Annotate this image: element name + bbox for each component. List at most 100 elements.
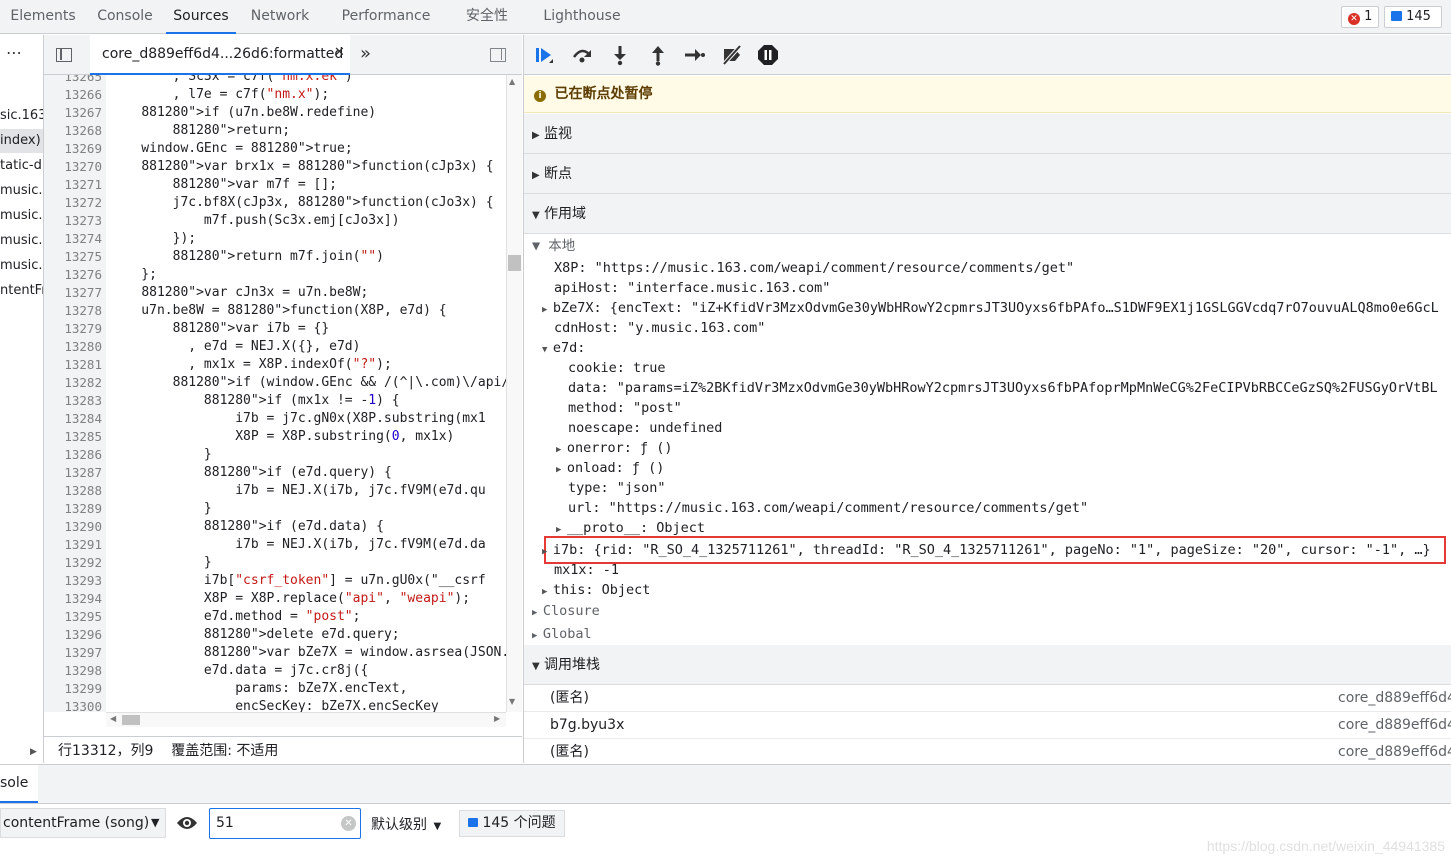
pause-on-exceptions-icon[interactable] [756, 43, 780, 67]
line-number[interactable]: 13271 [44, 176, 102, 194]
frame-location[interactable]: core_d889eff6d4. [1338, 685, 1451, 712]
scope-prop[interactable]: url: "https://music.163.com/weapi/commen… [568, 498, 1088, 518]
code-line[interactable]: window.GEnc = 881280">true; [110, 140, 352, 158]
line-number[interactable]: 13276 [44, 266, 102, 284]
deactivate-breakpoints-icon[interactable] [720, 43, 744, 67]
scope-var-i7b[interactable]: ▶ i7b: {rid: "R_SO_4_1325711261", thread… [542, 540, 1431, 560]
overflow-tabs-button[interactable]: » [360, 43, 371, 64]
tab-security[interactable]: 安全性 [450, 0, 524, 34]
context-selector[interactable]: contentFrame (song) ▼ [0, 808, 166, 838]
resume-icon[interactable] [532, 43, 556, 67]
issues-button[interactable]: 145 个问题 [459, 810, 565, 837]
scope-prop[interactable]: type: "json" [568, 478, 666, 498]
line-number[interactable]: 13279 [44, 320, 102, 338]
code-line[interactable]: X8P = X8P.replace("api", "weapi"); [110, 590, 470, 608]
scope-prop-onerror[interactable]: ▶ onerror: ƒ () [556, 438, 673, 458]
close-icon[interactable]: ✕ [334, 45, 345, 60]
code-line[interactable]: 881280">if (e7d.data) { [110, 518, 384, 536]
code-line[interactable]: u7n.be8W = 881280">function(X8P, e7d) { [110, 302, 446, 320]
scope-prop[interactable]: noescape: undefined [568, 418, 722, 438]
tab-console[interactable]: Console [86, 0, 164, 34]
step-out-icon[interactable] [646, 43, 670, 67]
line-number[interactable]: 13293 [44, 572, 102, 590]
code-line[interactable]: e7d.method = "post"; [110, 608, 361, 626]
line-number[interactable]: 13278 [44, 302, 102, 320]
line-number[interactable]: 13292 [44, 554, 102, 572]
line-number[interactable]: 13273 [44, 212, 102, 230]
scope-global[interactable]: ▶ Global [532, 624, 592, 646]
frame-location[interactable]: core_d889eff6d4. [1338, 712, 1451, 739]
line-number[interactable]: 13299 [44, 680, 102, 698]
navigator-item[interactable]: music.1 [0, 204, 43, 228]
scope-prop[interactable]: method: "post" [568, 398, 682, 418]
code-line[interactable]: X8P = X8P.substring(0, mx1x) [110, 428, 454, 446]
code-line[interactable]: encSecKey: bZe7X.encSecKey [110, 698, 439, 712]
line-number[interactable]: 13268 [44, 122, 102, 140]
callstack-frame[interactable]: b7g.byu3x core_d889eff6d4. [524, 712, 1451, 739]
line-number[interactable]: 13283 [44, 392, 102, 410]
tab-lighthouse[interactable]: Lighthouse [528, 0, 636, 34]
scope-var[interactable]: cdnHost: "y.music.163.com" [554, 318, 765, 338]
section-breakpoints[interactable]: ▶ 断点 [524, 154, 1451, 194]
scope-prop[interactable]: data: "params=iZ%2BKfidVr3MzxOdvmGe30yWb… [568, 378, 1438, 398]
code-line[interactable]: 881280">return m7f.join("") [110, 248, 384, 266]
line-number[interactable]: 13300 [44, 698, 102, 712]
scroll-thumb[interactable] [122, 715, 140, 725]
code-line[interactable]: i7b = NEJ.X(i7b, j7c.fV9M(e7d.qu [110, 482, 485, 500]
line-number[interactable]: 13266 [44, 86, 102, 104]
code-line[interactable]: 881280">var brx1x = 881280">function(cJp… [110, 158, 493, 176]
code-line[interactable]: 881280">if (e7d.query) { [110, 464, 392, 482]
section-callstack[interactable]: ▼ 调用堆栈 [524, 645, 1451, 685]
toggle-navigator-icon[interactable] [56, 48, 72, 62]
line-number[interactable]: 13288 [44, 482, 102, 500]
code-line[interactable]: 881280">if (mx1x != -1) { [110, 392, 400, 410]
clear-input-icon[interactable]: ✕ [341, 816, 356, 831]
line-number[interactable]: 13282 [44, 374, 102, 392]
line-number[interactable]: 13274 [44, 230, 102, 248]
scope-var-e7d[interactable]: ▼ e7d: [542, 338, 585, 358]
code-line[interactable]: , mx1x = X8P.indexOf("?"); [110, 356, 392, 374]
editor-vertical-scrollbar[interactable]: ▲ ▼ [506, 75, 522, 712]
code-line[interactable]: } [110, 554, 212, 572]
scope-var[interactable]: X8P: "https://music.163.com/weapi/commen… [554, 258, 1074, 278]
tab-network[interactable]: Network [240, 0, 320, 34]
code-line[interactable]: , Sc3x = c7f("nm.x.ek") [110, 75, 353, 86]
eye-icon[interactable] [176, 815, 198, 831]
line-number[interactable]: 13291 [44, 536, 102, 554]
line-number[interactable]: 13298 [44, 662, 102, 680]
scroll-thumb[interactable] [508, 255, 521, 271]
section-scope[interactable]: ▼ 作用域 [524, 194, 1451, 234]
navigator-item[interactable]: music.1 [0, 254, 43, 278]
scope-var[interactable]: apiHost: "interface.music.163.com" [554, 278, 830, 298]
scope-closure[interactable]: ▶ Closure [532, 601, 600, 623]
code-line[interactable]: 881280">if (u7n.be8W.redefine) [110, 104, 376, 122]
tab-performance[interactable]: Performance [326, 0, 446, 34]
more-options-button[interactable]: ⋯ [6, 43, 22, 62]
scope-var-bze7x[interactable]: ▶ bZe7X: {encText: "iZ+KfidVr3MzxOdvmGe3… [542, 298, 1439, 318]
line-number[interactable]: 13285 [44, 428, 102, 446]
line-number[interactable]: 13267 [44, 104, 102, 122]
code-line[interactable]: , e7d = NEJ.X({}, e7d) [110, 338, 360, 356]
step-icon[interactable] [682, 43, 706, 67]
line-number[interactable]: 13284 [44, 410, 102, 428]
line-number[interactable]: 13289 [44, 500, 102, 518]
step-into-icon[interactable] [608, 43, 632, 67]
line-number[interactable]: 13269 [44, 140, 102, 158]
frame-location[interactable]: core_d889eff6d4. [1338, 739, 1451, 763]
code-line[interactable]: m7f.push(Sc3x.emj[cJo3x]) [110, 212, 400, 230]
code-line[interactable]: 881280">var m7f = []; [110, 176, 337, 194]
callstack-frame[interactable]: (匿名) core_d889eff6d4. [524, 685, 1451, 712]
step-over-icon[interactable] [570, 43, 594, 67]
code-line[interactable]: 881280">return; [110, 122, 290, 140]
code-editor[interactable]: , Sc3x = c7f("nm.x.ek") , l7e = c7f("nm.… [106, 75, 506, 712]
tab-sources[interactable]: Sources [166, 0, 236, 34]
editor-horizontal-scrollbar[interactable]: ◀ ▶ [106, 712, 506, 727]
code-line[interactable]: 881280">var cJn3x = u7n.be8W; [110, 284, 368, 302]
tab-elements[interactable]: Elements [0, 0, 86, 34]
line-number[interactable]: 13272 [44, 194, 102, 212]
scope-prop[interactable]: cookie: true [568, 358, 666, 378]
filter-input[interactable]: 51 ✕ [209, 808, 361, 839]
code-line[interactable]: params: bZe7X.encText, [110, 680, 407, 698]
line-number[interactable]: 13265 [44, 75, 102, 86]
line-number[interactable]: 13296 [44, 626, 102, 644]
